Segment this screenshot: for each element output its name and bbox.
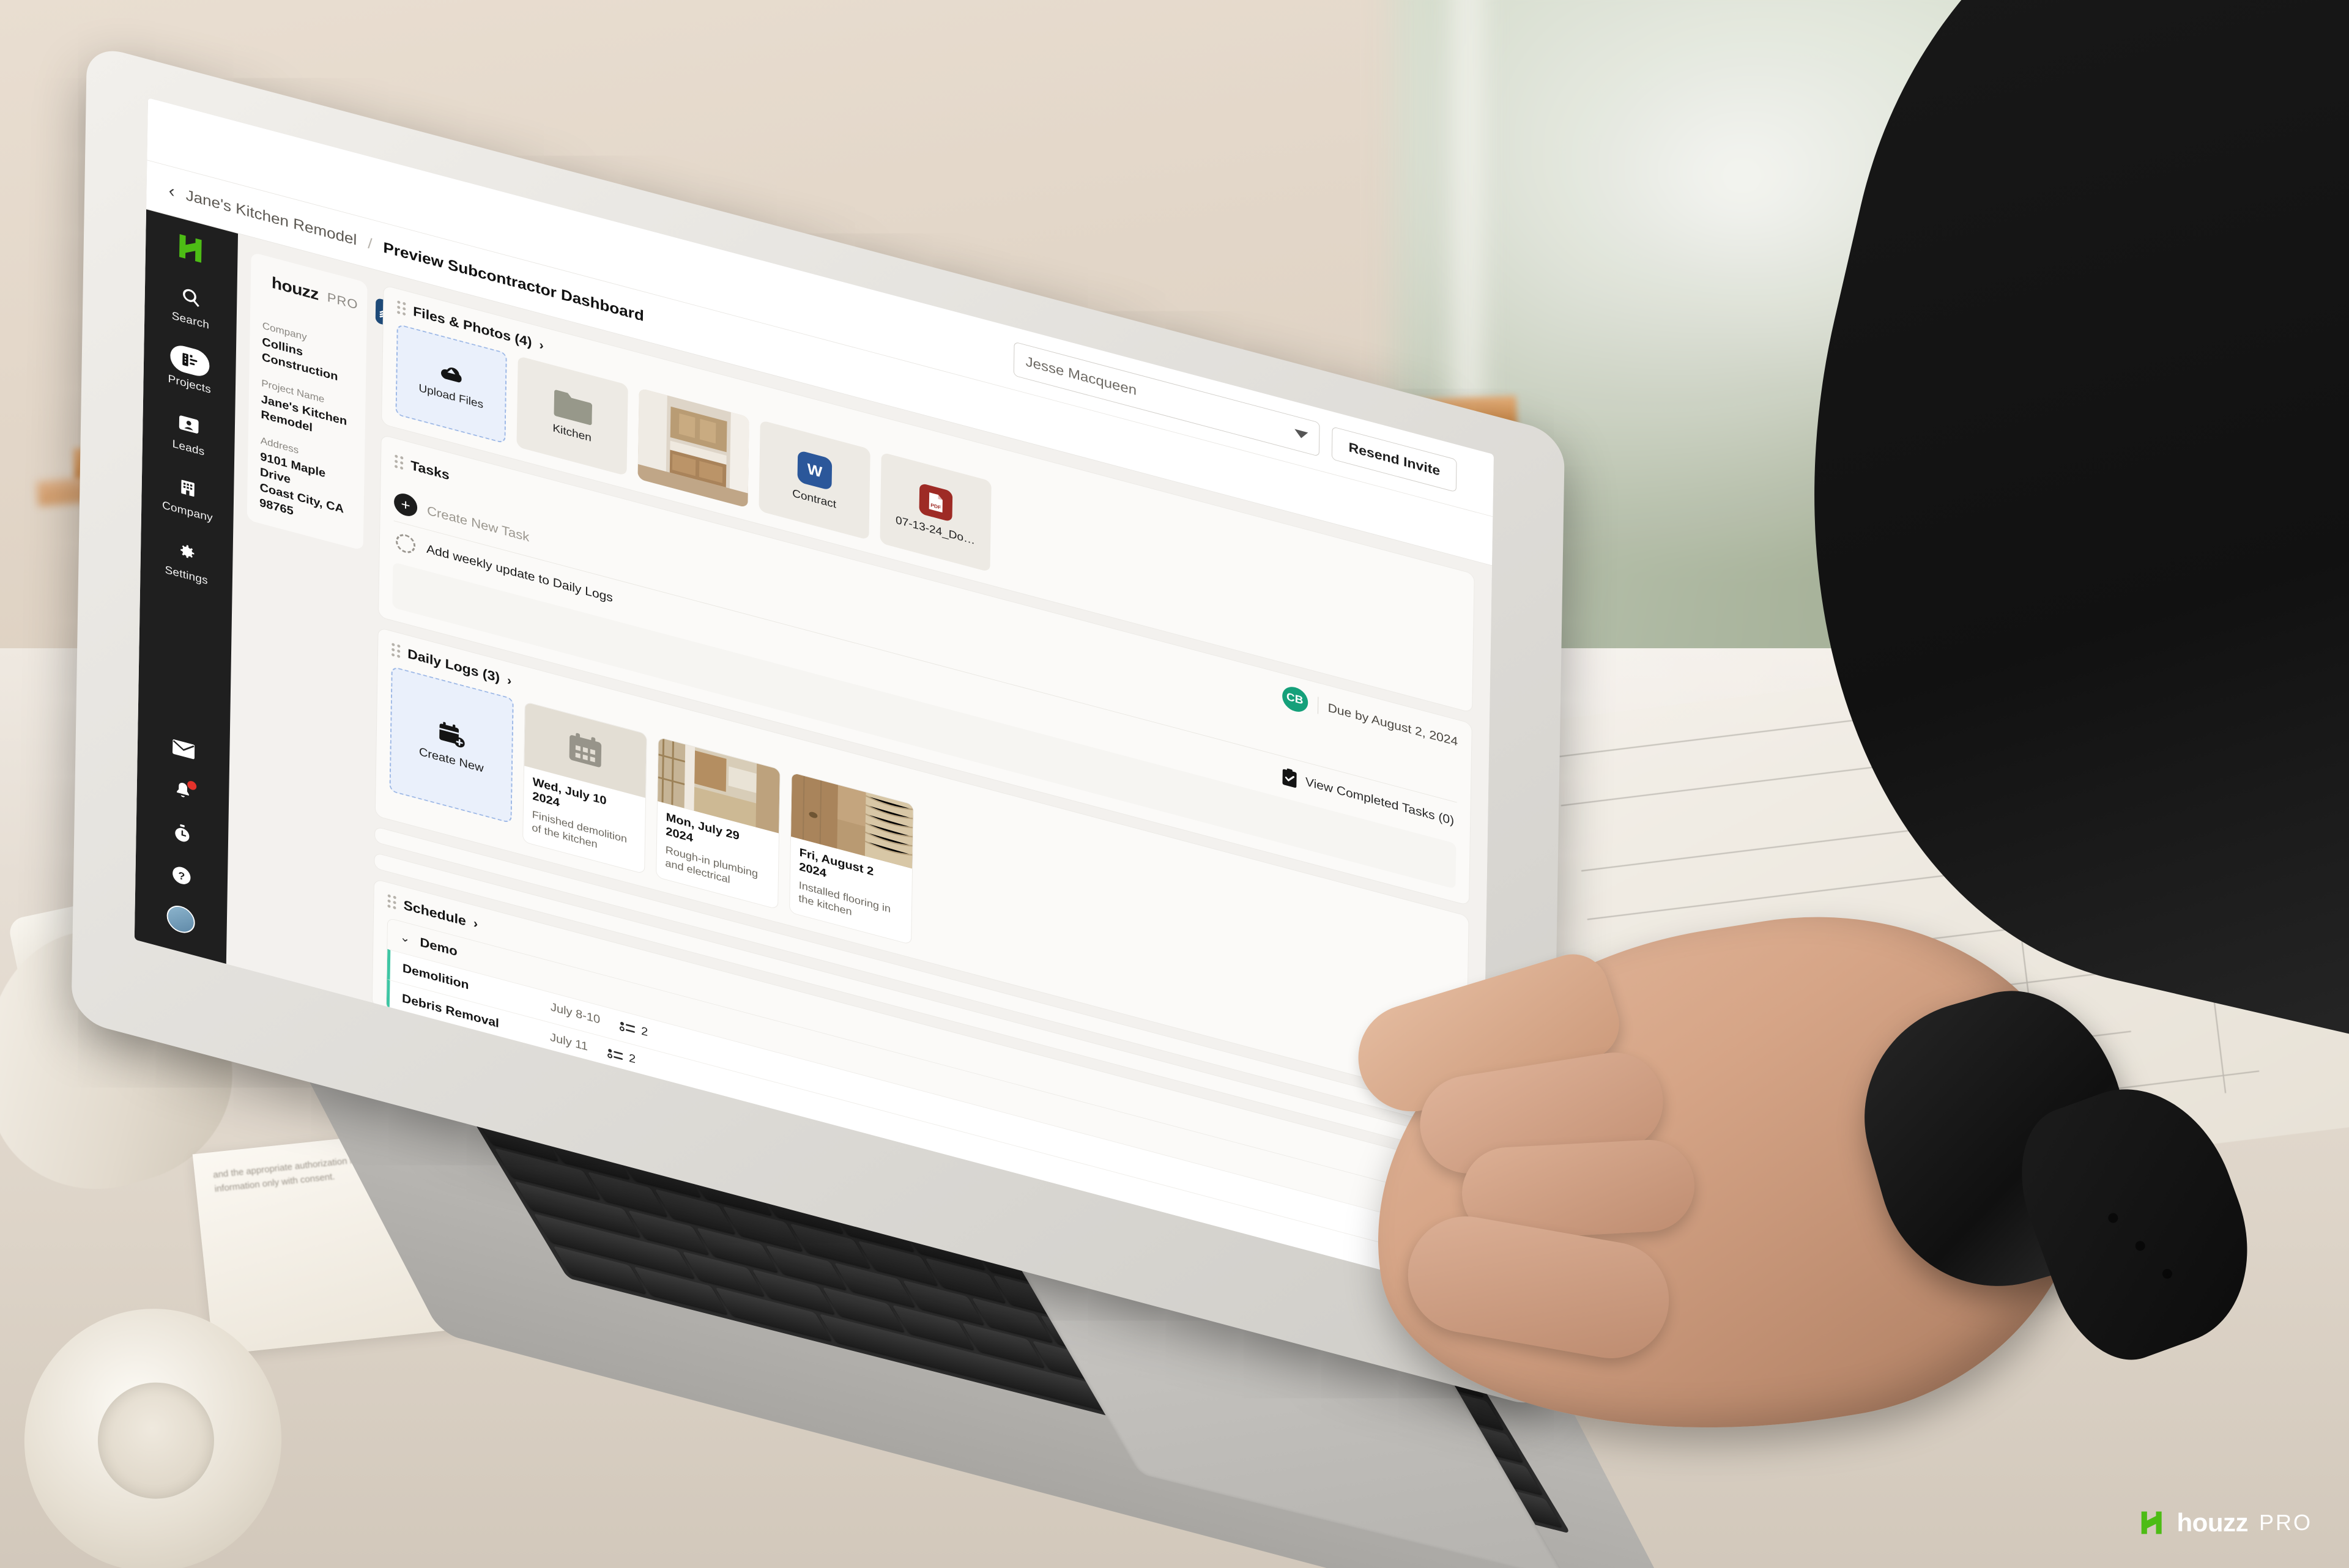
sidebar-item-search[interactable]: Search (144, 272, 237, 339)
pdf-file-icon: PDF (919, 483, 953, 522)
folder-icon (554, 390, 593, 426)
cloud-upload-icon (440, 368, 462, 383)
tile-label: 07-13-24_Do… (895, 514, 976, 547)
houzz-h-icon (179, 234, 202, 263)
tile-label: Contract (792, 487, 837, 511)
leads-icon (169, 406, 209, 443)
watermark-brand: houzz (2176, 1508, 2249, 1537)
brand-name: houzz (271, 273, 319, 304)
chevron-down-icon (1294, 429, 1308, 440)
assignees-icon (607, 1048, 623, 1060)
sidebar-item-leads[interactable]: Leads (143, 399, 235, 467)
sidebar-item-label: Leads (172, 438, 205, 459)
timer-icon[interactable] (170, 819, 195, 848)
field-company: Company Collins Construction (262, 320, 354, 389)
sidebar-footer: ? (166, 734, 198, 956)
chevron-right-icon[interactable]: › (539, 337, 544, 353)
breadcrumb-separator: / (368, 234, 373, 253)
assignees-icon (620, 1021, 636, 1033)
field-project-name: Project Name Jane's Kitchen Remodel (261, 377, 353, 446)
plus-circle-icon: + (393, 490, 418, 519)
sidebar-item-projects[interactable]: Projects (144, 336, 236, 403)
drag-grip-icon[interactable] (392, 643, 401, 659)
sidebar-item-settings[interactable]: Settings (141, 527, 233, 594)
mail-icon[interactable] (171, 734, 196, 764)
project-info-card: houzz PRO Company Collins Construction P… (247, 252, 395, 551)
schedule-item-count-value: 2 (640, 1024, 648, 1040)
resend-invite-label: Resend Invite (1348, 439, 1441, 479)
sidebar-item-label: Projects (168, 372, 212, 396)
company-icon (168, 470, 208, 506)
calendar-plus-icon (439, 722, 465, 747)
divider (1317, 697, 1318, 714)
create-new-log-tile[interactable]: Create New (389, 666, 514, 824)
search-icon (171, 279, 211, 316)
houzz-pro-watermark: houzz PRO (2139, 1508, 2312, 1537)
kitchen-photo (637, 388, 749, 508)
gear-icon (167, 534, 207, 571)
photo-tile[interactable] (637, 388, 749, 508)
word-doc-icon: W (797, 449, 833, 491)
daily-log-card[interactable]: Fri, August 2 2024 Installed flooring in… (789, 772, 914, 945)
help-icon[interactable]: ? (169, 861, 195, 890)
sidebar-item-label: Company (161, 499, 213, 525)
pdf-file-tile[interactable]: PDF 07-13-24_Do… (880, 452, 992, 572)
drag-grip-icon[interactable] (395, 454, 404, 470)
brand-suffix: PRO (327, 289, 358, 312)
daily-log-card[interactable]: Wed, July 10 2024 Finished demolition of… (522, 701, 647, 875)
clipboard-check-icon (1282, 768, 1297, 788)
assignee-select-value: Jesse Macqueen (1025, 353, 1137, 399)
drag-grip-icon[interactable] (397, 300, 406, 316)
bell-icon[interactable] (171, 777, 197, 806)
field-address: Address 9101 Maple Drive Coast City, CA … (259, 435, 352, 534)
sidebar-item-label: Settings (165, 564, 209, 588)
tile-label: Kitchen (552, 422, 592, 445)
section-title: Tasks (410, 457, 450, 483)
project-info-column: houzz PRO Company Collins Construction P… (226, 234, 395, 1001)
tile-label: Upload Files (418, 382, 484, 412)
schedule-item-dates: July 11 (549, 1030, 588, 1054)
folder-tile[interactable]: Kitchen (516, 355, 628, 476)
schedule-item-count-value: 2 (628, 1052, 636, 1067)
chevron-right-icon[interactable]: › (507, 673, 512, 689)
chevron-down-icon[interactable]: ⌄ (400, 930, 410, 947)
houzz-h-icon (2141, 1511, 2162, 1534)
word-doc-tile[interactable]: W Contract (759, 420, 870, 541)
divider (366, 298, 367, 317)
avatar[interactable] (166, 902, 195, 936)
back-chevron-left-icon[interactable]: ‹ (168, 181, 174, 202)
schedule-item-count: 2 (620, 1019, 648, 1040)
assignee-avatar[interactable]: CB (1282, 684, 1308, 715)
sidebar: Search Projects Leads Company Settings ? (134, 209, 239, 964)
projects-icon (170, 342, 210, 379)
drag-grip-icon[interactable] (387, 893, 396, 910)
watermark-suffix: PRO (2258, 1510, 2312, 1535)
sidebar-item-label: Search (171, 309, 210, 332)
svg-text:?: ? (178, 870, 185, 883)
chevron-right-icon[interactable]: › (473, 916, 478, 932)
create-log-label: Create New (418, 745, 484, 775)
schedule-group-name: Demo (420, 934, 458, 959)
daily-log-card[interactable]: Mon, July 29 2024 Rough-in plumbing and … (656, 736, 781, 910)
dashed-circle-icon[interactable] (395, 531, 416, 556)
schedule-item-dates: July 8-10 (550, 1000, 601, 1027)
upload-files-tile[interactable]: Upload Files (395, 324, 507, 444)
sidebar-item-company[interactable]: Company (141, 463, 234, 530)
brand-row: houzz PRO (262, 268, 395, 332)
schedule-item-count: 2 (607, 1046, 636, 1067)
